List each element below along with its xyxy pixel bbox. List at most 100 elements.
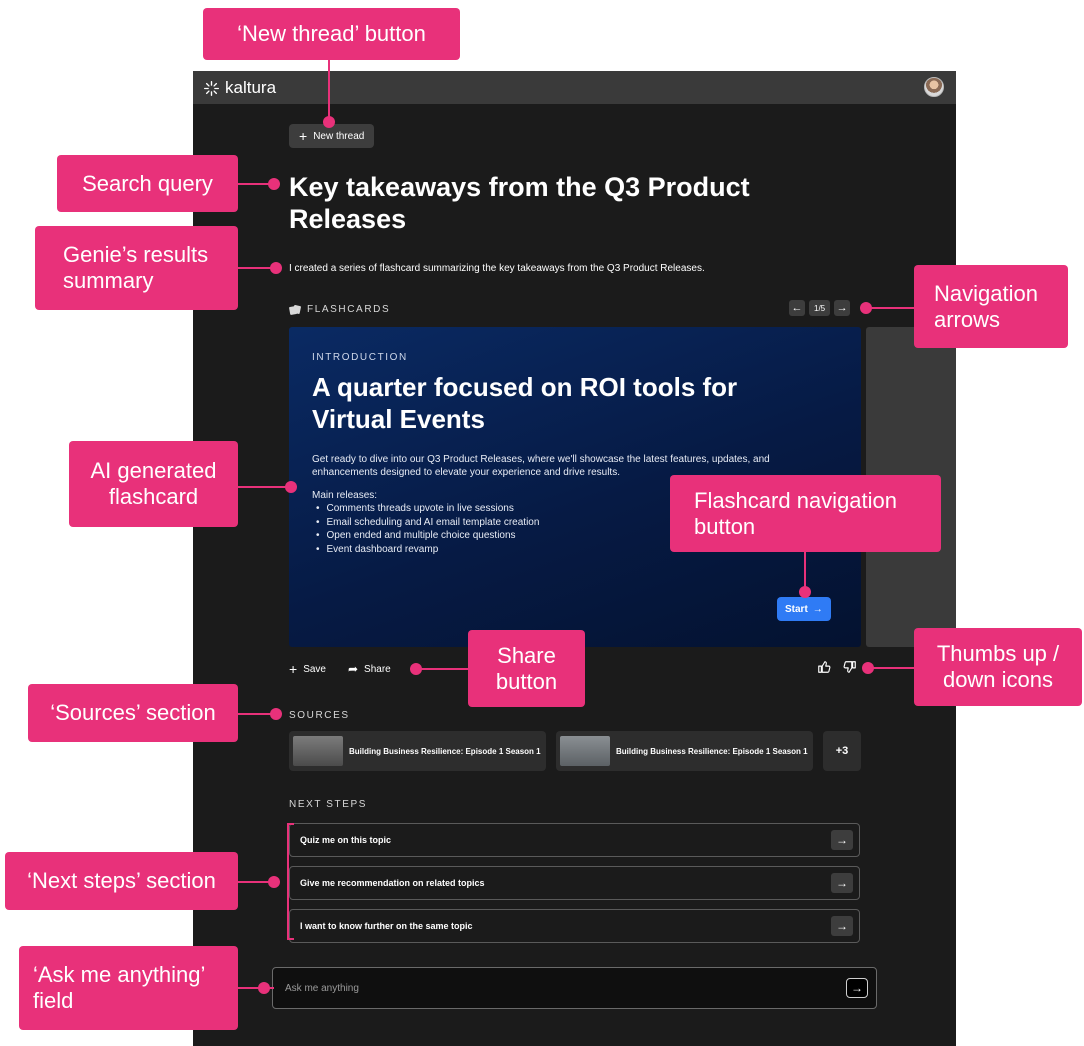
connector-dot (323, 116, 335, 128)
prev-arrow-button[interactable]: ← (789, 300, 805, 316)
callout-line: Navigation (934, 280, 1038, 306)
search-query-title: Key takeaways from the Q3 Product Releas… (289, 172, 750, 234)
bracket-line (287, 823, 294, 825)
connector-dot (860, 302, 872, 314)
callout-line: button (495, 668, 558, 694)
callout-next-steps: ‘Next steps’ section (5, 852, 238, 910)
results-summary: I created a series of flashcard summariz… (289, 263, 705, 274)
callout-line: Thumbs up / (936, 641, 1060, 666)
arrow-right-icon[interactable]: → (831, 873, 853, 893)
connector-dot (410, 663, 422, 675)
new-thread-button[interactable]: + New thread (289, 124, 375, 148)
callout-line: button (694, 513, 756, 539)
callout-new-thread: ‘New thread’ button (203, 8, 460, 60)
connector-line (236, 267, 274, 269)
share-label: Share (364, 663, 391, 675)
flashcard-actions: + Save ➦ Share (289, 661, 391, 677)
list-item: Event dashboard revamp (316, 543, 539, 557)
flashcards-icon (289, 304, 301, 315)
thumbs-up-icon[interactable] (817, 660, 831, 677)
callout-share-button: Share button (468, 630, 585, 707)
video-thumbnail (293, 736, 343, 766)
next-step-label: Quiz me on this topic (300, 835, 392, 845)
next-step-item[interactable]: I want to know further on the same topic… (289, 909, 860, 943)
next-step-item[interactable]: Give me recommendation on related topics… (289, 866, 860, 900)
sources-list: Building Business Resilience: Episode 1 … (289, 731, 861, 771)
start-button[interactable]: Start → (777, 597, 831, 621)
connector-dot (270, 708, 282, 720)
source-title: Building Business Resilience: Episode 1 … (616, 746, 808, 756)
callout-ask-field: ‘Ask me anything’ field (19, 946, 238, 1030)
connector-line (238, 486, 290, 488)
connector-dot (270, 262, 282, 274)
callout-line: summary (63, 268, 154, 293)
new-thread-label: New thread (313, 130, 365, 142)
top-bar: kaltura (193, 71, 956, 104)
user-avatar[interactable] (924, 77, 944, 97)
callout-ai-flashcard: AI generated flashcard (69, 441, 238, 527)
send-arrow-icon[interactable]: → (846, 978, 868, 998)
save-label: Save (303, 663, 326, 675)
next-step-item[interactable]: Quiz me on this topic → (289, 823, 860, 857)
callout-line: down icons (942, 667, 1054, 692)
flashcard-title: A quarter focused on ROI tools for Virtu… (312, 372, 738, 434)
thumbs-down-icon[interactable] (843, 660, 857, 677)
sources-section-label: SOURCES (289, 710, 350, 721)
genie-app-window: kaltura + New thread Key takeaways from … (193, 71, 956, 1046)
flashcard-main-label: Main releases: (312, 490, 378, 501)
source-title: Building Business Resilience: Episode 1 … (349, 746, 541, 756)
next-step-label: I want to know further on the same topic (300, 921, 473, 931)
share-button[interactable]: ➦ Share (348, 661, 391, 677)
list-item: Email scheduling and AI email template c… (316, 516, 540, 530)
ask-me-anything-field: → (272, 967, 877, 1009)
arrow-right-icon: → (812, 603, 823, 615)
more-sources-button[interactable]: +3 (823, 731, 861, 771)
source-card[interactable]: Building Business Resilience: Episode 1 … (556, 731, 813, 771)
save-button[interactable]: + Save (289, 661, 326, 677)
callout-genie-summary: Genie’s results summary (35, 226, 238, 310)
arrow-right-icon: → (836, 302, 848, 314)
source-card[interactable]: Building Business Resilience: Episode 1 … (289, 731, 546, 771)
plus-icon: + (299, 128, 308, 144)
list-item: Comments threads upvote in live sessions (316, 502, 539, 516)
callout-line: Genie’s results (63, 242, 209, 267)
arrow-left-icon: ← (791, 302, 803, 314)
connector-line (238, 713, 274, 715)
annotated-screenshot: kaltura + New thread Key takeaways from … (0, 0, 1084, 1046)
connector-dot (268, 178, 280, 190)
callout-sources: ‘Sources’ section (28, 684, 238, 742)
callout-line: field (33, 988, 74, 1013)
connector-dot (799, 586, 811, 598)
flashcards-label: FLASHCARDS (307, 304, 391, 315)
callout-line: flashcard (108, 484, 199, 509)
brand-name: kaltura (225, 78, 277, 97)
flashcard-navigation: ← 1/5 → (789, 300, 851, 316)
connector-line (866, 307, 916, 309)
connector-dot (268, 876, 280, 888)
callout-line: arrows (934, 306, 1001, 332)
list-item: Open ended and multiple choice questions (316, 529, 539, 543)
callout-line: AI generated (90, 458, 217, 483)
start-label: Start (785, 603, 808, 615)
next-steps-list: Quiz me on this topic → Give me recommen… (289, 823, 860, 943)
flashcard-counter: 1/5 (809, 300, 831, 316)
connector-line (868, 667, 914, 669)
callout-line: Flashcard navigation (694, 487, 898, 513)
arrow-right-icon[interactable]: → (831, 916, 853, 936)
callout-line: Share (497, 642, 556, 668)
video-thumbnail (560, 736, 610, 766)
connector-dot (862, 662, 874, 674)
kaltura-spark-icon (204, 80, 219, 96)
next-arrow-button[interactable]: → (834, 300, 851, 316)
kaltura-logo[interactable]: kaltura (203, 78, 276, 98)
callout-line: ‘Ask me anything’ (33, 962, 206, 987)
next-steps-section-label: NEXT STEPS (289, 799, 368, 810)
arrow-right-icon[interactable]: → (831, 830, 853, 850)
plus-icon: + (289, 661, 298, 677)
callout-navigation-arrows: Navigation arrows (914, 265, 1068, 348)
share-arrow-icon: ➦ (347, 662, 359, 676)
ask-input[interactable] (285, 982, 805, 994)
bracket-line (287, 823, 289, 940)
callout-search-query: Search query (57, 155, 238, 212)
flashcard-eyebrow: INTRODUCTION (312, 352, 408, 363)
